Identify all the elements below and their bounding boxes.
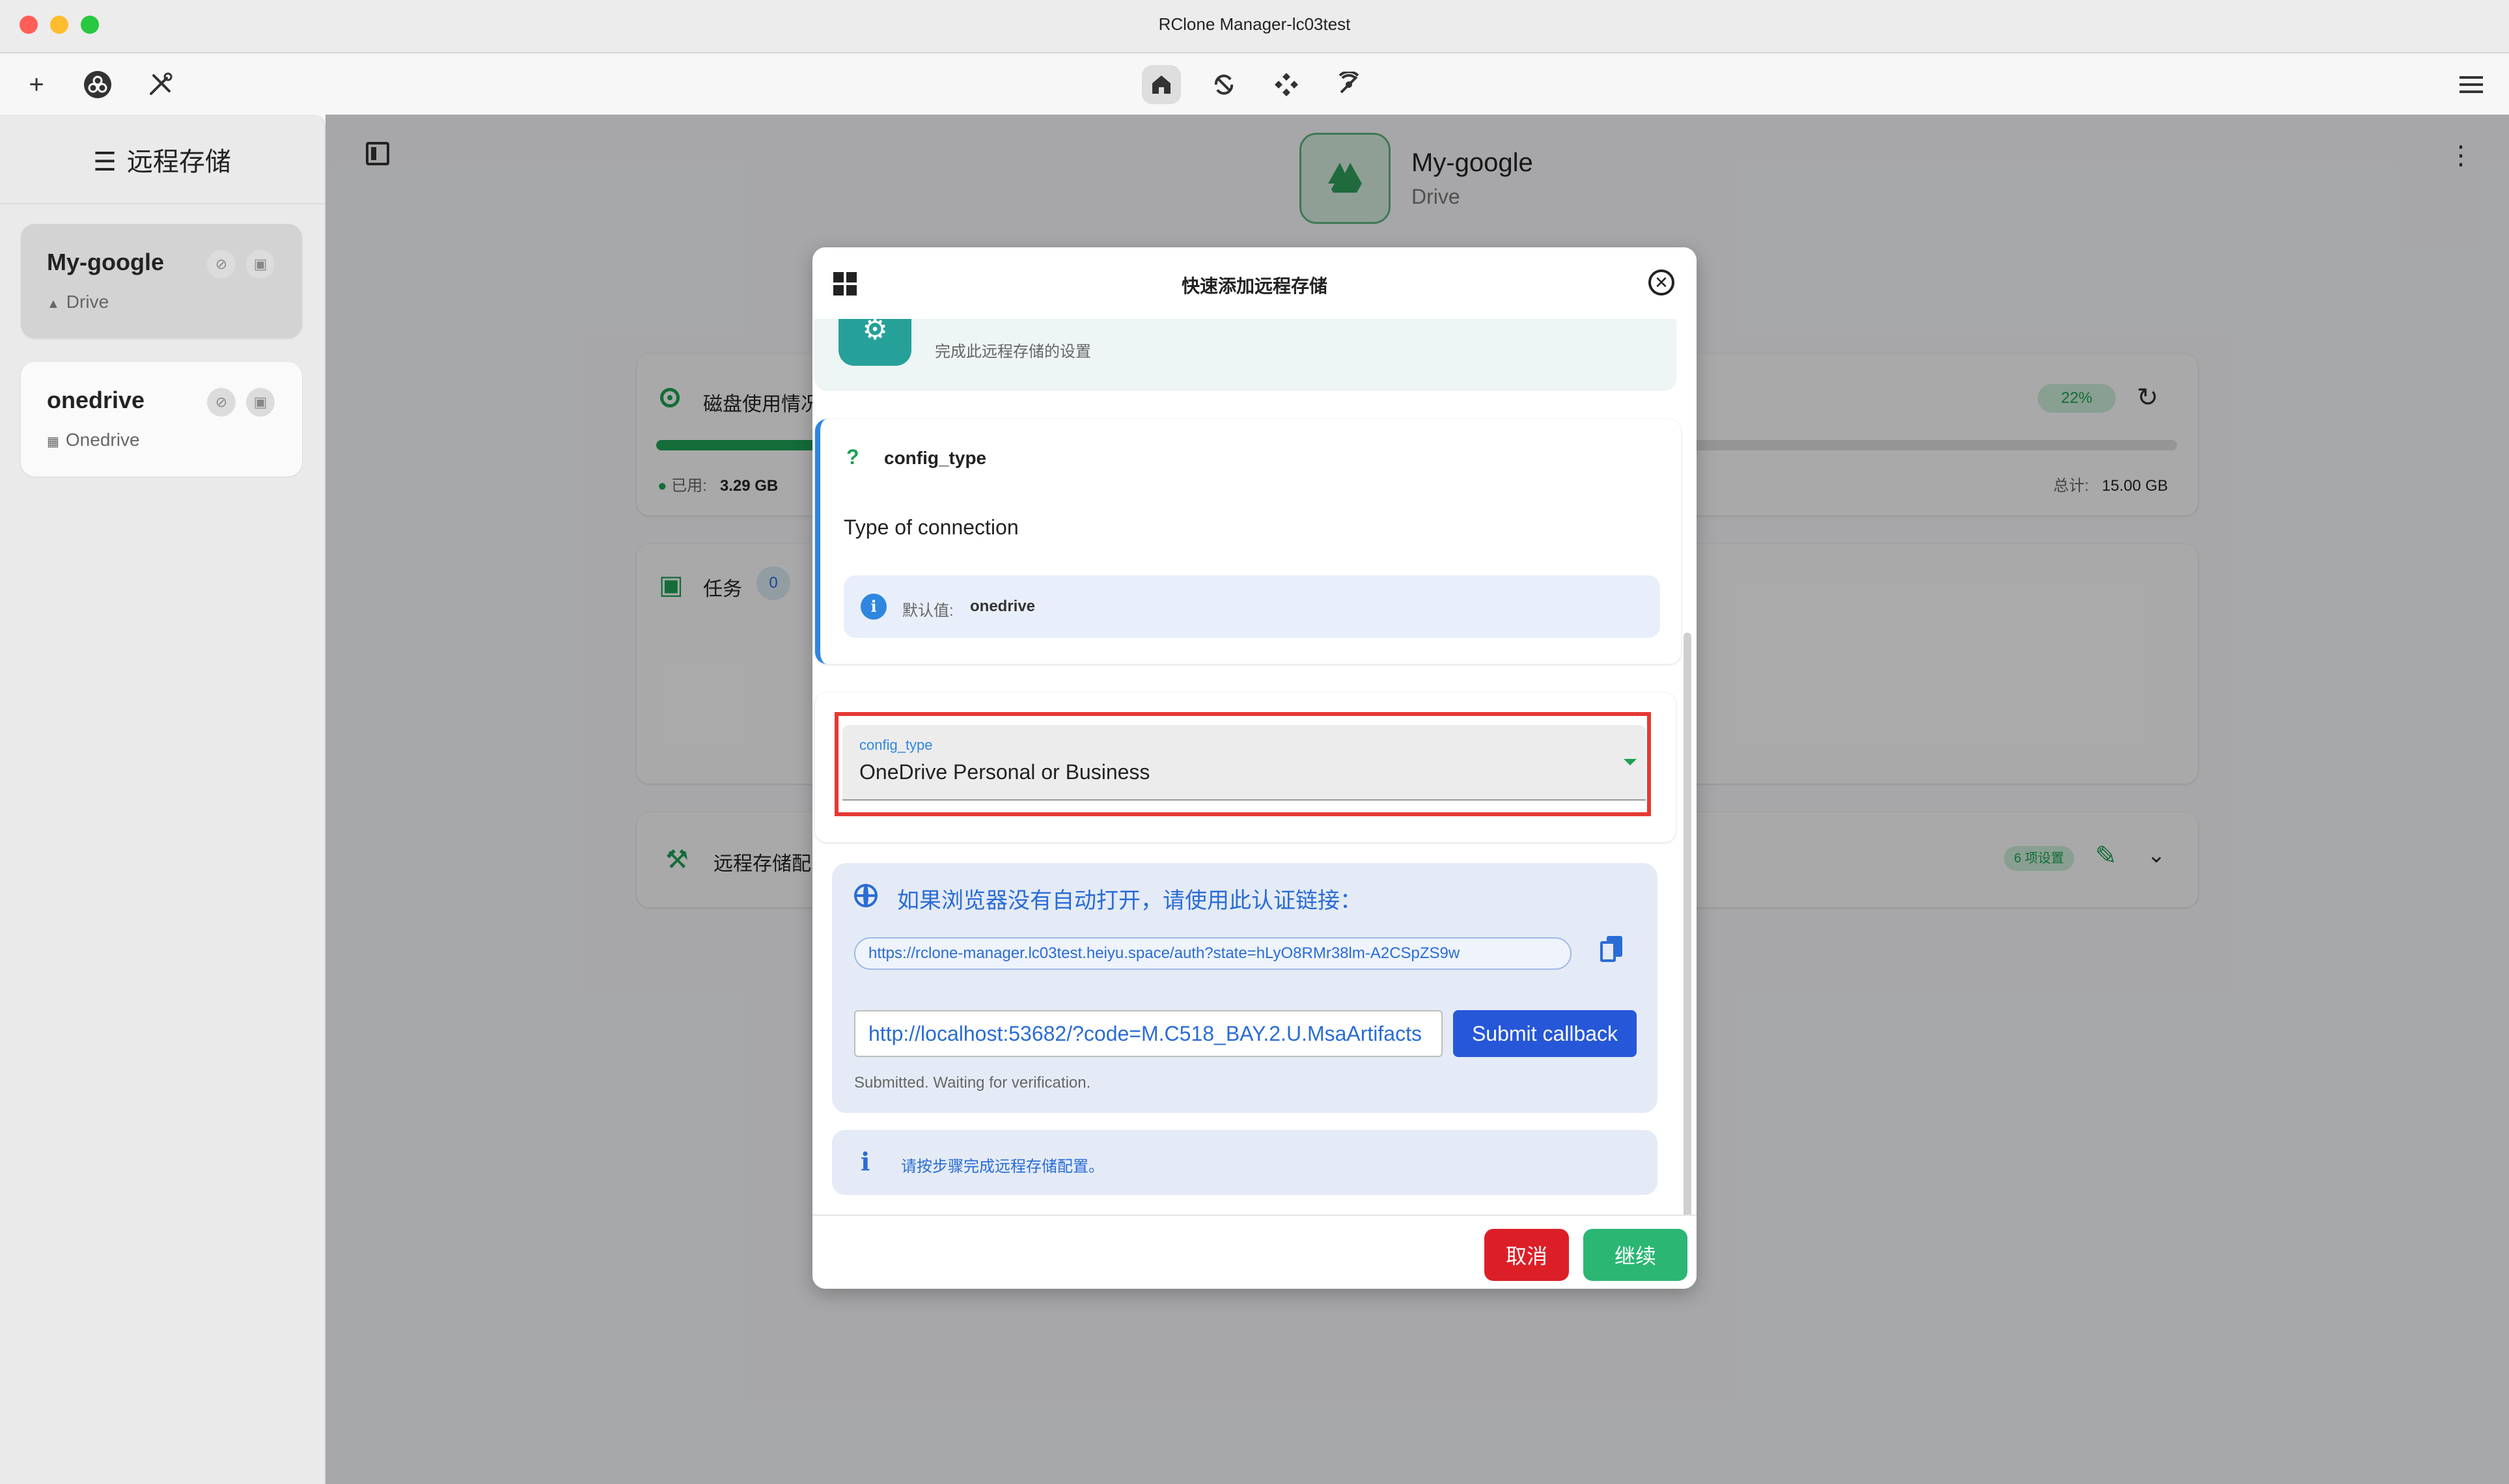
question-help: Type of connection: [844, 515, 1019, 539]
dialog-footer: 取消 继续: [812, 1215, 1697, 1289]
auth-link-card: 如果浏览器没有自动打开，请使用此认证链接： https://rclone-man…: [832, 863, 1657, 1113]
highlight-box: [835, 712, 1651, 816]
remote-type-label: Onedrive: [65, 430, 140, 450]
window-titlebar: RClone Manager-lc03test: [0, 0, 2509, 53]
dialog-body: ⚙ 完成此远程存储的设置 ? config_type Type of conne…: [812, 319, 1697, 1217]
remote-name: My-google: [47, 249, 164, 275]
mount-status-icon[interactable]: ▣: [246, 250, 275, 279]
home-icon[interactable]: [1142, 65, 1181, 104]
auth-status: Submitted. Waiting for verification.: [854, 1074, 1091, 1092]
remote-type: ▲ Drive: [47, 292, 109, 312]
mount-status-icon[interactable]: ▣: [246, 388, 275, 417]
auth-link[interactable]: https://rclone-manager.lc03test.heiyu.sp…: [854, 937, 1572, 970]
sync-status-icon[interactable]: ⊘: [207, 388, 236, 417]
step-header-card: ⚙ 完成此远程存储的设置: [815, 319, 1676, 389]
hint-card: i 请按步骤完成远程存储配置。: [832, 1130, 1657, 1195]
remote-name: onedrive: [47, 387, 145, 413]
plus-icon[interactable]: +: [17, 65, 56, 104]
default-label: 默认值:: [902, 602, 954, 620]
question-key: config_type: [884, 448, 987, 468]
serve-icon[interactable]: [1329, 65, 1368, 104]
continue-button[interactable]: 继续: [1583, 1229, 1687, 1281]
callback-url-input[interactable]: [854, 1010, 1443, 1057]
hamburger-menu-icon[interactable]: [2452, 65, 2491, 104]
auth-instruction: 如果浏览器没有自动打开，请使用此认证链接：: [897, 888, 1362, 913]
submit-callback-button[interactable]: Submit callback: [1453, 1010, 1637, 1057]
globe-icon: [854, 884, 878, 907]
default-value-box: i 默认值: onedrive: [844, 575, 1660, 638]
copy-icon[interactable]: [1600, 936, 1622, 962]
remote-type-label: Drive: [66, 292, 109, 312]
dialog-scrollbar[interactable]: [1684, 633, 1691, 1289]
sidebar: ☰ 远程存储 My-google ▲ Drive ⊘ ▣ onedrive ▦ One…: [0, 115, 326, 1484]
onedrive-icon: ▦: [47, 435, 59, 449]
step-description: 完成此远程存储的设置: [935, 343, 1091, 361]
dialog-header: 快速添加远程存储 ✕: [812, 247, 1697, 319]
mount-icon[interactable]: [1267, 65, 1306, 104]
sync-status-icon[interactable]: ⊘: [207, 250, 236, 279]
config-type-select-card: config_type OneDrive Personal or Busines…: [815, 693, 1676, 842]
storage-list-icon: ☰: [93, 148, 117, 176]
window-title: RClone Manager-lc03test: [1158, 14, 1351, 34]
default-value: onedrive: [970, 598, 1036, 615]
cancel-button[interactable]: 取消: [1484, 1229, 1569, 1281]
settings-gear-icon: ⚙: [839, 319, 911, 366]
info-icon: i: [861, 594, 887, 620]
sidebar-item-onedrive[interactable]: onedrive ▦ Onedrive ⊘ ▣: [21, 362, 302, 476]
question-card: ? config_type Type of connection i 默认值: …: [815, 419, 1681, 664]
rclone-icon[interactable]: [78, 65, 117, 104]
drive-icon: ▲: [47, 297, 60, 311]
sidebar-title: 远程存储: [126, 148, 231, 176]
question-icon: ?: [846, 445, 859, 469]
divider: [0, 203, 324, 204]
app-toolbar: +: [0, 53, 2509, 115]
dialog-title: 快速添加远程存储: [1181, 276, 1327, 296]
close-icon[interactable]: ✕: [1648, 269, 1674, 295]
sidebar-header: ☰ 远程存储: [0, 141, 324, 178]
info-icon: i: [861, 1147, 870, 1176]
hint-text: 请按步骤完成远程存储配置。: [901, 1158, 1104, 1175]
tools-icon[interactable]: [141, 65, 180, 104]
quick-add-remote-dialog: ⚙ 完成此远程存储的设置 ? config_type Type of conne…: [812, 247, 1697, 1289]
remote-type: ▦ Onedrive: [47, 430, 140, 450]
sync-icon[interactable]: [1204, 65, 1243, 104]
sidebar-item-my-google[interactable]: My-google ▲ Drive ⊘ ▣: [21, 224, 302, 338]
